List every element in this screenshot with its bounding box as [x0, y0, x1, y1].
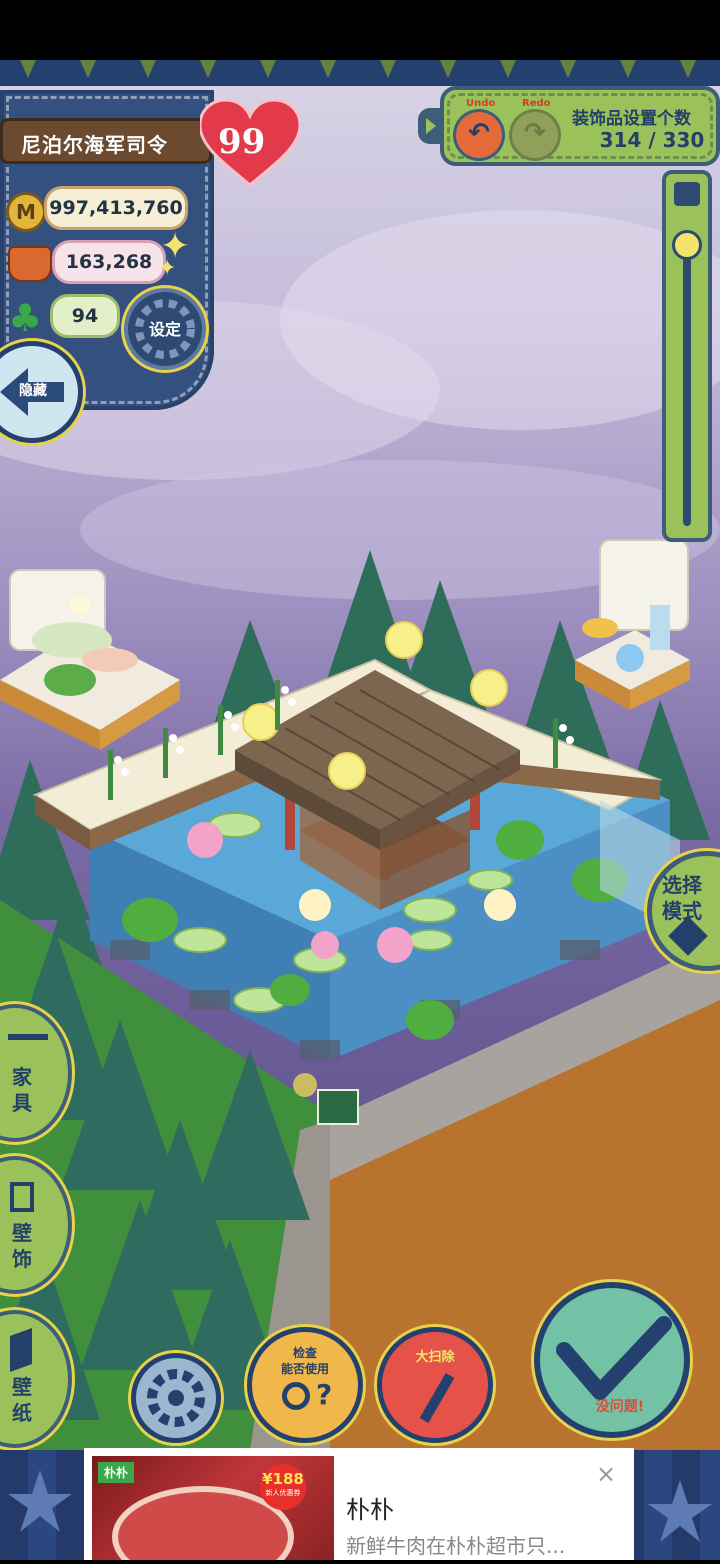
check-usable-top-label: 检查 [292, 1346, 317, 1360]
status-bar [0, 0, 720, 60]
ad-brand-badge-text: 朴朴 [104, 1466, 129, 1480]
ad-price: ¥188 [262, 1470, 304, 1488]
ad-title[interactable]: 朴朴 [346, 1490, 394, 1525]
redo-icon: ↷ [524, 118, 546, 148]
ok-button[interactable]: 没问题! [540, 1288, 684, 1432]
panel-toggle-button[interactable] [418, 108, 444, 144]
broom-icon [419, 1372, 455, 1424]
basket-icon [8, 246, 52, 282]
zoom-track[interactable] [683, 236, 691, 526]
coins-value: 997,413,760 [49, 197, 183, 219]
owner-name: 尼泊尔海军司令 [21, 133, 168, 157]
gems-value: 163,268 [65, 251, 153, 273]
furniture-label: 家具 [12, 1065, 32, 1115]
triangle-right-icon [426, 118, 436, 134]
ad-banner[interactable]: 朴朴 ¥188 新人优惠券 朴朴 新鲜牛肉在朴朴超市只... × [84, 1448, 634, 1560]
rotate-gear-button[interactable] [136, 1358, 216, 1438]
hide-label: 隐藏 [19, 383, 47, 399]
select-mode-label: 选择模式 [662, 873, 702, 923]
level-heart: 99 [198, 98, 302, 190]
ad-description[interactable]: 新鲜牛肉在朴朴超市只... [346, 1530, 565, 1559]
clean-label: 大扫除 [415, 1350, 455, 1365]
clover-value: 94 [71, 305, 99, 327]
settings-button[interactable]: 设定 [128, 292, 202, 366]
owner-tag: OWNER [83, 105, 140, 118]
check-usable-button[interactable]: 检查 能否使用 ? [252, 1332, 358, 1438]
check-usable-bottom-label: 能否使用 [280, 1362, 329, 1376]
gems-display: 163,268 [52, 240, 166, 284]
sparkle-small-icon: ✦ [158, 256, 177, 281]
undo-button[interactable]: ↶ [456, 112, 502, 158]
level-value: 99 [218, 122, 266, 162]
owner-name-banner[interactable]: OWNER 尼泊尔海军司令 [0, 105, 212, 164]
ad-price-badge: ¥188 新人优惠券 [260, 1464, 306, 1510]
zoom-handle[interactable] [672, 230, 702, 260]
wall-decor-label: 壁饰 [12, 1221, 32, 1271]
table-icon [8, 1034, 48, 1040]
ok-label: 没问题! [595, 1399, 645, 1415]
redo-button[interactable]: ↷ [512, 112, 558, 158]
gear-icon [147, 1369, 205, 1427]
redo-label: Redo [522, 98, 551, 109]
wallpaper-icon [10, 1327, 32, 1373]
magnifier-icon [282, 1382, 310, 1410]
coins-display: 997,413,760 [44, 186, 188, 230]
wallpaper-label: 壁纸 [12, 1375, 32, 1425]
zoom-building-icon [674, 182, 700, 206]
ad-brand-badge: 朴朴 [98, 1462, 135, 1483]
ad-image[interactable]: 朴朴 ¥188 新人优惠券 [92, 1456, 334, 1560]
question-icon: ? [316, 1378, 333, 1411]
game-scene[interactable]: OWNER 尼泊尔海军司令 99 M 997,413,760 163,268 ✦… [0, 60, 720, 1450]
ad-price-sub: 新人优惠券 [265, 1489, 301, 1497]
undo-icon: ↶ [468, 118, 490, 148]
zoom-slider[interactable] [662, 170, 712, 542]
clover-display: 94 [50, 294, 120, 338]
top-star-border [0, 60, 720, 86]
decor-count-label: 装饰品设置个数 [572, 109, 691, 129]
coin-icon: M [6, 192, 46, 232]
window-icon [10, 1182, 34, 1212]
undo-label: Undo [466, 98, 496, 109]
settings-label: 设定 [148, 320, 181, 339]
decor-count-value: 314 / 330 [599, 128, 705, 152]
clean-button[interactable]: 大扫除 [382, 1332, 488, 1438]
hide-button[interactable]: 隐藏 [0, 346, 78, 438]
clover-icon: ♣ [8, 296, 43, 340]
ad-close-icon[interactable]: × [592, 1460, 620, 1488]
